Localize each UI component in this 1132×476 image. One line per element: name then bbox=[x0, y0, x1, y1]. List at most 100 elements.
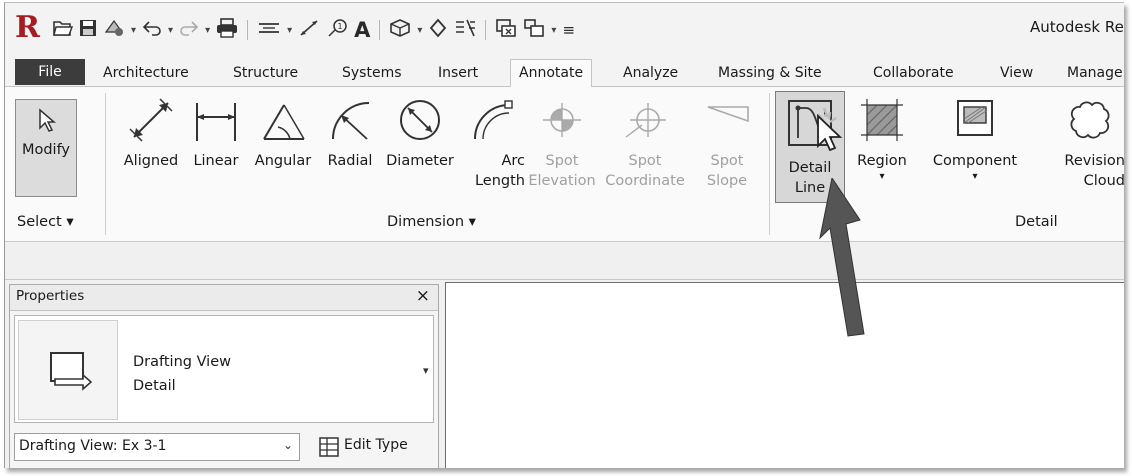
diameter-dimension-icon bbox=[400, 100, 440, 140]
tab-collaborate[interactable]: Collaborate bbox=[873, 61, 954, 87]
region-icon bbox=[861, 99, 903, 141]
instance-value: Drafting View: Ex 3-1 bbox=[19, 438, 167, 454]
linear-dimension-icon bbox=[196, 103, 236, 141]
quick-access-toolbar: R ▾ ▾ ▾ ▾ 1 A ▾ ▾ ≡ Autodesk Re bbox=[5, 3, 1124, 55]
dimension-icon[interactable] bbox=[298, 18, 320, 43]
component-label: Component ▾ bbox=[932, 153, 1018, 182]
open-icon[interactable] bbox=[53, 19, 74, 42]
spot-coordinate-button[interactable]: Spot Coordinate bbox=[599, 87, 691, 212]
switch-windows-icon[interactable] bbox=[523, 18, 545, 43]
angular-button[interactable]: Angular bbox=[247, 87, 319, 212]
revision-cloud-label: Revision Cloud bbox=[1064, 153, 1124, 189]
edit-type-icon bbox=[319, 437, 339, 457]
print-icon[interactable] bbox=[216, 17, 238, 43]
instance-selector[interactable]: Drafting View: Ex 3-1 ⌄ bbox=[14, 433, 300, 461]
aligned-label: Aligned bbox=[123, 153, 179, 169]
edit-type-button[interactable]: Edit Type bbox=[306, 433, 432, 461]
component-button[interactable]: Component ▾ bbox=[915, 87, 1035, 212]
revit-logo[interactable]: R bbox=[15, 11, 40, 45]
close-icon[interactable]: × bbox=[416, 286, 430, 306]
save-icon[interactable] bbox=[79, 19, 97, 42]
3d-view-icon[interactable] bbox=[389, 18, 411, 43]
pointer-icon bbox=[39, 108, 57, 132]
revision-cloud-icon bbox=[1070, 101, 1110, 139]
spot-slope-button[interactable]: Spot Slope bbox=[691, 87, 763, 212]
undo-icon[interactable] bbox=[142, 20, 162, 41]
tab-systems[interactable]: Systems bbox=[342, 61, 402, 87]
aligned-button[interactable]: Aligned bbox=[117, 87, 185, 212]
chevron-down-icon[interactable]: ⌄ bbox=[283, 438, 293, 452]
spot-coordinate-icon bbox=[625, 103, 666, 138]
tab-analyze[interactable]: Analyze bbox=[623, 61, 678, 87]
angular-label: Angular bbox=[254, 153, 312, 169]
properties-palette: Properties × Drafting View Detail ▾ Draf… bbox=[9, 284, 439, 468]
linear-label: Linear bbox=[193, 153, 239, 169]
component-icon bbox=[957, 100, 993, 136]
modify-button[interactable]: Modify bbox=[15, 99, 77, 197]
properties-header: Properties × bbox=[10, 285, 438, 311]
dimension-panel-label[interactable]: Dimension ▾ bbox=[387, 214, 476, 230]
qat-separator bbox=[485, 20, 487, 40]
svg-text:1: 1 bbox=[338, 22, 343, 31]
tab-insert[interactable]: Insert bbox=[438, 61, 478, 87]
arc-length-label: Arc Length bbox=[474, 153, 525, 189]
diameter-button[interactable]: Diameter bbox=[381, 87, 459, 212]
qat-separator bbox=[247, 20, 249, 40]
text-icon[interactable]: A bbox=[354, 18, 370, 42]
ribbon-tabs: File Architecture Structure Systems Inse… bbox=[5, 55, 1124, 88]
qat-separator bbox=[379, 20, 381, 40]
tab-file[interactable]: File bbox=[15, 59, 85, 85]
modify-label: Modify bbox=[21, 142, 71, 158]
spot-elevation-icon bbox=[543, 103, 581, 137]
mouse-cursor-icon bbox=[817, 107, 843, 152]
sync-dropdown-icon[interactable]: ▾ bbox=[131, 25, 136, 36]
revision-cloud-button[interactable]: Revision Cloud bbox=[1053, 87, 1124, 212]
redo-icon[interactable] bbox=[179, 20, 199, 41]
spot-coordinate-label: Spot Coordinate bbox=[605, 153, 685, 189]
spot-slope-icon bbox=[707, 106, 749, 123]
type-family: Drafting View bbox=[133, 354, 231, 370]
aligned-dimension-icon bbox=[129, 98, 173, 142]
tab-massing-site[interactable]: Massing & Site bbox=[718, 61, 822, 87]
tab-view[interactable]: View bbox=[1000, 61, 1033, 87]
type-dropdown-icon[interactable]: ▾ bbox=[423, 364, 429, 377]
sync-icon[interactable] bbox=[103, 18, 125, 43]
spot-elevation-label: Spot Elevation bbox=[528, 153, 596, 189]
measure-icon[interactable] bbox=[257, 19, 281, 42]
thin-lines-icon[interactable] bbox=[454, 18, 476, 43]
diameter-label: Diameter bbox=[386, 153, 454, 169]
linear-button[interactable]: Linear bbox=[185, 87, 247, 212]
panel-separator bbox=[769, 93, 770, 235]
detail-panel-label: Detail bbox=[1015, 214, 1058, 230]
customize-icon[interactable]: ≡ bbox=[562, 21, 575, 39]
tab-manage[interactable]: Manage bbox=[1067, 61, 1123, 87]
radial-button[interactable]: Radial bbox=[319, 87, 381, 212]
radial-dimension-icon bbox=[332, 102, 370, 140]
3d-view-dropdown-icon[interactable]: ▾ bbox=[417, 25, 422, 36]
tab-structure[interactable]: Structure bbox=[233, 61, 298, 87]
switch-windows-dropdown-icon[interactable]: ▾ bbox=[551, 25, 556, 36]
type-thumbnail bbox=[18, 320, 118, 420]
tag-icon[interactable]: 1 bbox=[326, 18, 348, 43]
spot-elevation-button[interactable]: Spot Elevation bbox=[525, 87, 599, 212]
angular-dimension-icon bbox=[263, 104, 305, 140]
tab-architecture[interactable]: Architecture bbox=[103, 61, 189, 87]
tab-annotate[interactable]: Annotate bbox=[510, 59, 593, 88]
select-panel-label[interactable]: Select ▾ bbox=[17, 214, 74, 230]
undo-dropdown-icon[interactable]: ▾ bbox=[168, 25, 173, 36]
measure-dropdown-icon[interactable]: ▾ bbox=[287, 25, 292, 36]
type-name: Detail bbox=[133, 378, 176, 394]
close-hidden-icon[interactable] bbox=[495, 18, 517, 43]
redo-dropdown-icon[interactable]: ▾ bbox=[205, 25, 210, 36]
panel-separator bbox=[105, 93, 106, 235]
drawing-area[interactable] bbox=[445, 282, 1124, 468]
app-title: Autodesk Re bbox=[1030, 18, 1124, 36]
section-icon[interactable] bbox=[428, 18, 448, 43]
quick-access-tools: ▾ ▾ ▾ ▾ 1 A ▾ ▾ ≡ bbox=[53, 17, 575, 43]
drafting-view-icon bbox=[50, 352, 93, 391]
arc-length-button[interactable]: Arc Length bbox=[459, 87, 525, 212]
radial-label: Radial bbox=[327, 153, 373, 169]
callout-arrow-icon bbox=[819, 178, 865, 337]
revit-window: R ▾ ▾ ▾ ▾ 1 A ▾ ▾ ≡ Autodesk Re File Arc… bbox=[4, 2, 1124, 468]
type-selector[interactable]: Drafting View Detail ▾ bbox=[14, 315, 434, 423]
